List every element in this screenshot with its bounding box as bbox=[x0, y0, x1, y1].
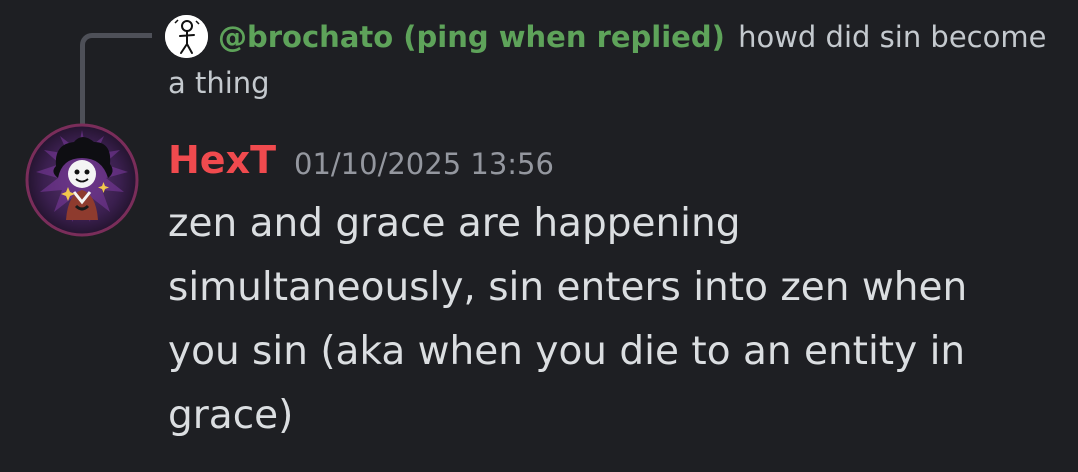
reply-preview[interactable]: @brochato (ping when replied) howd did s… bbox=[168, 14, 1048, 106]
message-author[interactable]: HexT bbox=[168, 132, 276, 188]
message-timestamp[interactable]: 01/10/2025 13:56 bbox=[294, 142, 554, 186]
chat-message: @brochato (ping when replied) howd did s… bbox=[0, 0, 1078, 472]
message-content: zen and grace are happening simultaneous… bbox=[168, 201, 968, 438]
reply-author[interactable]: @brochato (ping when replied) bbox=[218, 20, 725, 54]
reply-connector bbox=[80, 33, 152, 125]
author-avatar-icon[interactable] bbox=[24, 122, 140, 238]
